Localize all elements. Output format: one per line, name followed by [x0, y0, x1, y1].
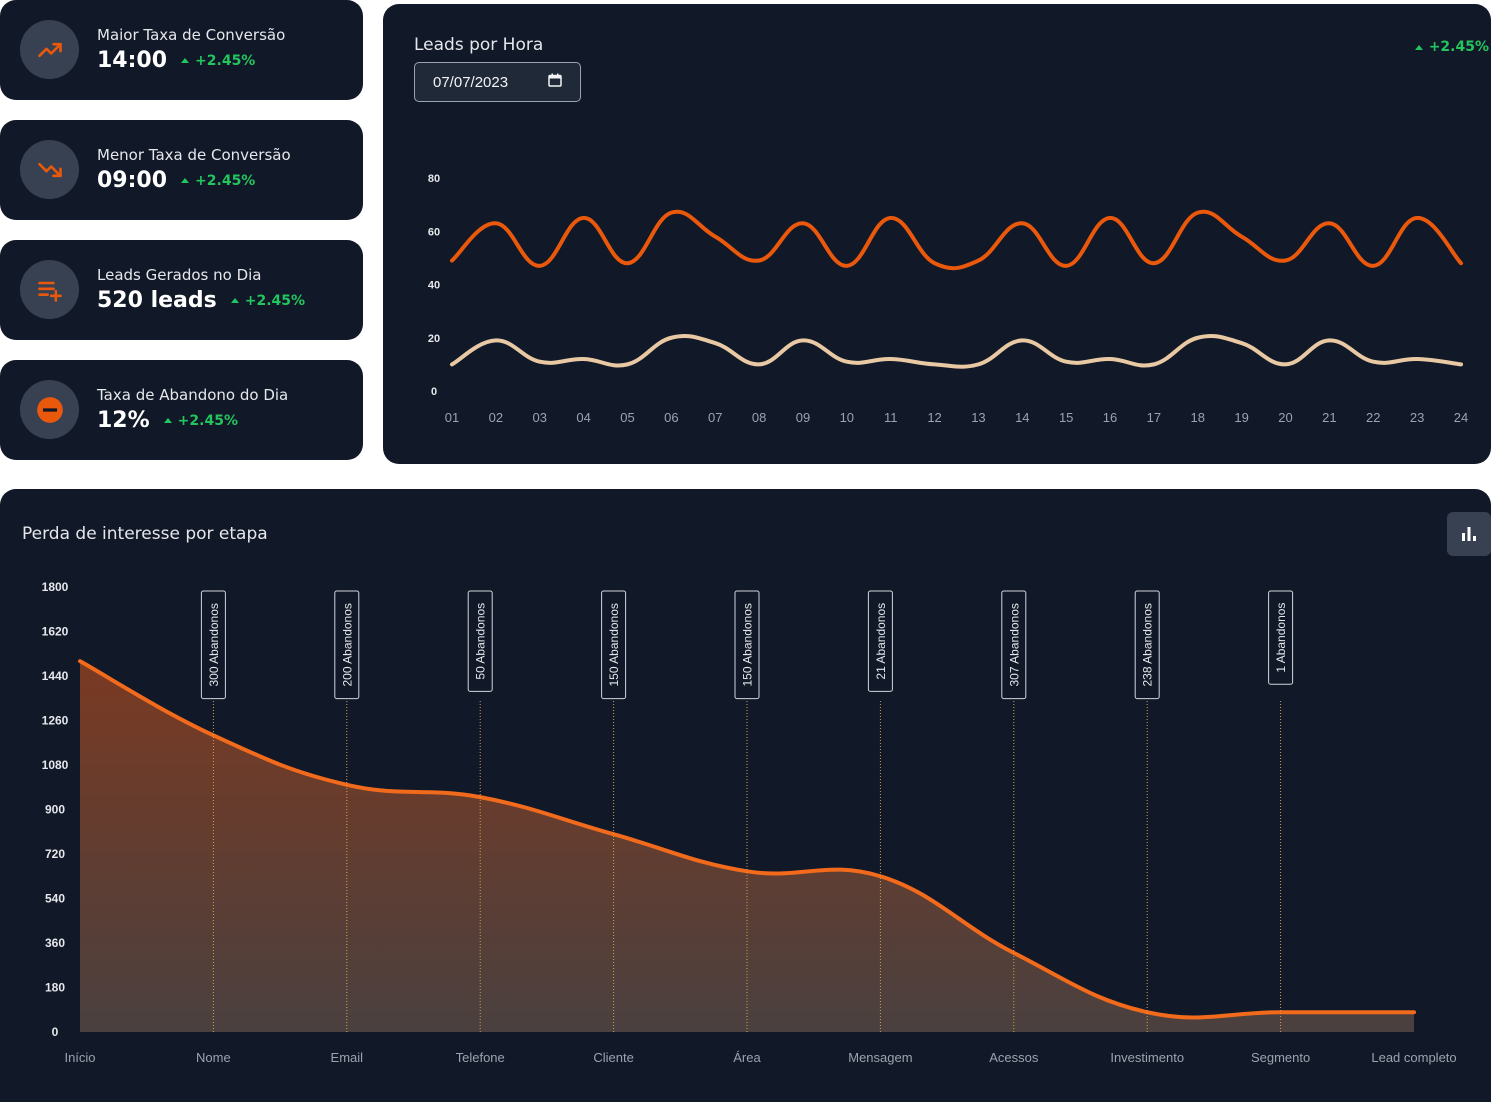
chart-type-toggle-button[interactable] [1447, 512, 1491, 556]
x-tick-label: 20 [1278, 410, 1292, 425]
y-tick-label: 60 [428, 226, 440, 238]
kpi-delta: +2.45% [163, 413, 238, 429]
y-tick-label: 1080 [42, 758, 69, 772]
trending-up-icon [20, 20, 79, 79]
x-tick-label: 19 [1234, 410, 1248, 425]
y-tick-label: 720 [45, 847, 65, 861]
x-tick-label: 16 [1103, 410, 1117, 425]
annotation-label: 21 Abandonos [874, 603, 888, 680]
series-line-1 [450, 209, 1463, 271]
minus-circle-icon [20, 380, 79, 439]
caret-up-icon [163, 418, 172, 423]
kpi-card-abandon-rate: Taxa de Abandono do Dia 12% +2.45% [0, 360, 363, 460]
bar-chart-icon [1462, 527, 1476, 541]
y-tick-label: 1620 [42, 625, 69, 639]
x-tick-label: Mensagem [848, 1050, 912, 1065]
x-tick-label: 03 [533, 410, 547, 425]
y-tick-label: 1440 [42, 669, 69, 683]
x-tick-label: Nome [196, 1050, 231, 1065]
x-tick-label: 15 [1059, 410, 1073, 425]
funnel-area-chart: 0 180 360 540 720 900 1080 1260 1440 1620 1800 300 … [42, 580, 1457, 1065]
annotation-label: 150 Abandonos [741, 603, 755, 686]
kpi-card-highest-conversion: Maior Taxa de Conversão 14:00 +2.45% [0, 0, 363, 100]
x-tick-label: Investimento [1110, 1050, 1184, 1065]
kpi-card-lowest-conversion: Menor Taxa de Conversão 09:00 +2.45% [0, 120, 363, 220]
y-tick-label: 540 [45, 892, 65, 906]
x-tick-label: 23 [1410, 410, 1424, 425]
x-tick-label: 21 [1322, 410, 1336, 425]
y-tick-label: 0 [431, 386, 437, 398]
caret-up-icon [181, 58, 190, 63]
annotation-label: 50 Abandonos [474, 603, 488, 680]
card-title: Perda de interesse por etapa [22, 524, 268, 544]
x-tick-label: 22 [1366, 410, 1380, 425]
x-tick-label: Área [733, 1050, 761, 1065]
x-tick-label: Email [331, 1050, 364, 1065]
kpi-title: Taxa de Abandono do Dia [97, 386, 289, 404]
annotation-label: 1 Abandonos [1274, 603, 1288, 673]
y-tick-label: 1260 [42, 714, 69, 728]
x-tick-label: Lead completo [1371, 1050, 1456, 1065]
date-input[interactable]: 07/07/2023 [414, 62, 581, 102]
caret-up-icon [230, 298, 239, 303]
y-tick-label: 360 [45, 936, 65, 950]
annotation-label: 300 Abandonos [207, 603, 221, 686]
caret-up-icon [181, 178, 190, 183]
x-tick-label: 17 [1147, 410, 1161, 425]
annotation-label: 200 Abandonos [340, 603, 354, 686]
annotation-label: 307 Abandonos [1007, 603, 1021, 686]
y-tick-label: 20 [428, 333, 440, 345]
x-tick-label: 08 [752, 410, 766, 425]
caret-up-icon [1414, 44, 1423, 50]
y-tick-label: 1800 [42, 580, 69, 594]
calendar-icon[interactable] [548, 73, 562, 91]
x-tick-label: 18 [1191, 410, 1205, 425]
kpi-delta: +2.45% [230, 293, 305, 309]
x-tick-label: Acessos [989, 1050, 1039, 1065]
x-tick-label: Segmento [1251, 1050, 1310, 1065]
leads-delta: +2.45% [1414, 39, 1489, 55]
annotation-label: 150 Abandonos [607, 603, 621, 686]
date-value: 07/07/2023 [433, 73, 509, 91]
x-tick-label: 09 [796, 410, 810, 425]
kpi-title: Leads Gerados no Dia [97, 266, 262, 284]
kpi-delta: +2.45% [181, 173, 255, 189]
x-tick-label: 07 [708, 410, 722, 425]
x-tick-label: 11 [884, 410, 898, 425]
annotation-label: 238 Abandonos [1141, 603, 1155, 686]
x-tick-label: 24 [1454, 410, 1468, 425]
x-tick-label: 02 [489, 410, 503, 425]
x-tick-label: Início [64, 1050, 95, 1065]
x-tick-label: 13 [971, 410, 985, 425]
x-tick-label: 10 [840, 410, 854, 425]
kpi-card-leads-generated: Leads Gerados no Dia 520 leads +2.45% [0, 240, 363, 340]
series-line-2 [450, 334, 1463, 369]
kpi-value: 09:00 [97, 168, 168, 193]
x-tick-label: Cliente [593, 1050, 633, 1065]
kpi-value: 12% [97, 408, 150, 433]
kpi-value: 520 leads [97, 288, 217, 313]
y-tick-label: 40 [428, 280, 440, 292]
kpi-delta: +2.45% [181, 53, 255, 69]
trending-down-icon [20, 140, 79, 199]
y-tick-label: 180 [45, 981, 65, 995]
y-tick-label: 0 [52, 1025, 59, 1039]
y-tick-label: 80 [428, 173, 440, 185]
kpi-title: Maior Taxa de Conversão [97, 26, 286, 44]
x-tick-label: 01 [445, 410, 459, 425]
x-tick-label: 14 [1015, 410, 1029, 425]
card-title: Leads por Hora [414, 35, 544, 55]
kpi-title: Menor Taxa de Conversão [97, 146, 291, 164]
x-tick-label: 06 [664, 410, 678, 425]
playlist-add-icon [20, 260, 79, 319]
funnel-card: 0 180 360 540 720 900 1080 1260 1440 1620 1800 300 … [0, 489, 1491, 1102]
x-tick-label: 05 [620, 410, 634, 425]
x-tick-label: 12 [927, 410, 941, 425]
x-tick-label: 04 [576, 410, 590, 425]
leads-per-hour-card: 0 20 40 60 80 01 02 03 04 05 06 07 08 09 10 11 12 13 14 15 1… [383, 4, 1491, 464]
y-tick-label: 900 [45, 803, 65, 817]
x-tick-label: Telefone [456, 1050, 505, 1065]
kpi-value: 14:00 [97, 48, 168, 73]
